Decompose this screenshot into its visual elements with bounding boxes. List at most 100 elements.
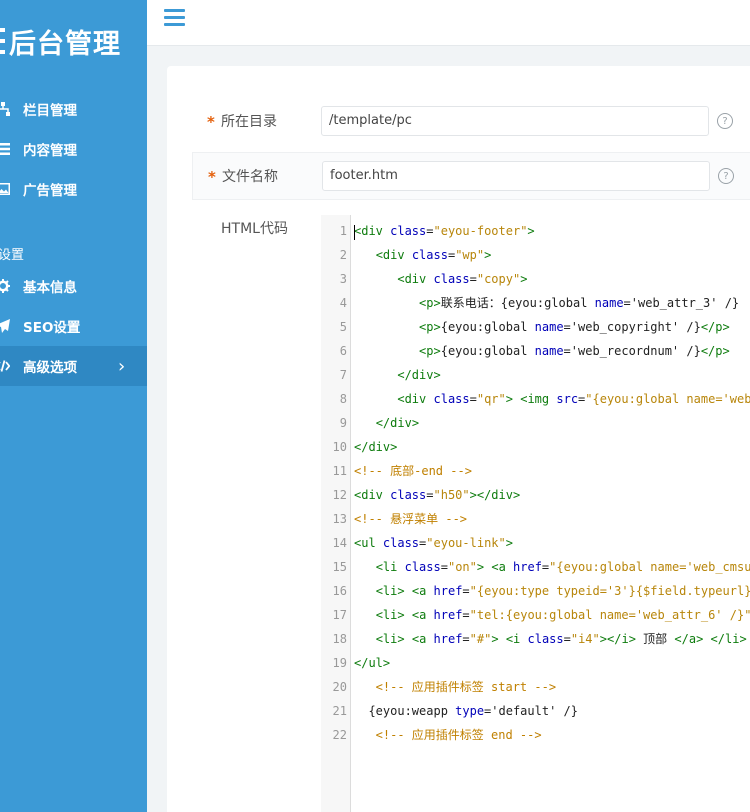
code-line: 8 <div class="qr"> <img src="{eyou:globa… [321, 387, 750, 411]
sidebar-item-label: 内容管理 [23, 143, 77, 159]
code-text: <!-- 底部-end --> [354, 464, 472, 478]
text-cursor [354, 225, 355, 240]
logo-mark-icon [0, 28, 5, 54]
code-line: 12 <div class="h50"></div> [321, 483, 750, 507]
code-line: 20 <!-- 应用插件标签 start --> [321, 675, 750, 699]
line-number: 3 [339, 272, 347, 286]
logo-text: 后台管理 [9, 28, 121, 60]
code-text: <li> <a href="tel:{eyou:global name='web… [375, 608, 750, 622]
code-line: 11 <!-- 底部-end --> [321, 459, 750, 483]
form-row-directory: * 所在目录 /template/pc ? [192, 98, 750, 146]
code-text: </div> [354, 440, 398, 454]
sidebar-item-label: 栏目管理 [23, 103, 77, 119]
line-number: 6 [339, 344, 347, 358]
image-icon [0, 182, 10, 196]
logo: 后台管理 [0, 24, 121, 60]
line-number: 21 [332, 704, 347, 718]
line-number: 16 [332, 584, 347, 598]
line-number: 10 [332, 440, 347, 454]
line-number: 19 [332, 656, 347, 670]
filename-label: 文件名称 [222, 169, 278, 185]
form-row-filename: * 文件名称 footer.htm ? [192, 152, 750, 200]
code-text: <div class="h50"></div> [354, 488, 521, 502]
code-text: <div class="eyou-footer"> [354, 224, 535, 238]
code-text: {eyou:weapp type='default' /} [354, 704, 578, 718]
code-text: <p>{eyou:global name='web_copyright' /}<… [419, 320, 730, 334]
line-number: 11 [332, 464, 347, 478]
line-number: 1 [339, 224, 347, 238]
code-line: 14 <ul class="eyou-link"> [321, 531, 750, 555]
line-number: 8 [339, 392, 347, 406]
sidebar-item-basic-info[interactable]: 基本信息 [0, 266, 147, 306]
code-line: 4 <p>联系电话：{eyou:global name='web_attr_3'… [321, 291, 750, 315]
code-line: 17 <li> <a href="tel:{eyou:global name='… [321, 603, 750, 627]
code-editor[interactable]: 1 <div class="eyou-footer"> 2 <div class="… [321, 215, 750, 812]
code-line: 2 <div class="wp"> [321, 243, 750, 267]
sidebar-item-label: SEO设置 [23, 320, 81, 336]
list-icon [0, 142, 10, 156]
code-line: 13 <!-- 悬浮菜单 --> [321, 507, 750, 531]
code-line: 7 </div> [321, 363, 750, 387]
code-text: </ul> [354, 656, 391, 670]
code-text: <ul class="eyou-link"> [354, 536, 513, 550]
sidebar-item-label: 高级选项 [23, 360, 77, 376]
line-number: 7 [339, 368, 347, 382]
code-line: 21 {eyou:weapp type='default' /} [321, 699, 750, 723]
sidebar-item-ads[interactable]: 广告管理 [0, 169, 147, 209]
sidebar-item-content[interactable]: 内容管理 [0, 129, 147, 169]
code-line: 9 </div> [321, 411, 750, 435]
line-number: 18 [332, 632, 347, 646]
code-line: 18 <li> <a href="#"> <i class="i4"></i> … [321, 627, 750, 651]
line-number: 4 [339, 296, 347, 310]
sidebar-item-columns[interactable]: 栏目管理 [0, 89, 147, 129]
paper-plane-icon [0, 319, 10, 333]
menu-toggle-icon[interactable] [164, 9, 185, 27]
code-line: 16 <li> <a href="{eyou:type typeid='3'}{… [321, 579, 750, 603]
code-line: 6 <p>{eyou:global name='web_recordnum' /… [321, 339, 750, 363]
code-text: </div> [397, 368, 441, 382]
code-line: 15 <li class="on"> <a href="{eyou:global… [321, 555, 750, 579]
line-number: 5 [339, 320, 347, 334]
filename-input[interactable]: footer.htm [322, 161, 710, 191]
code-text: <div class="wp"> [375, 248, 492, 262]
required-mark: * [207, 113, 215, 131]
directory-label: 所在目录 [221, 114, 277, 130]
code-text: <li class="on"> <a href="{eyou:global na… [375, 560, 750, 574]
html-code-label: HTML代码 [221, 221, 288, 237]
sidebar-item-advanced[interactable]: 高级选项 › [0, 346, 147, 386]
code-icon [0, 359, 10, 373]
code-text: <li> <a href="{eyou:type typeid='3'}{$fi… [375, 584, 750, 598]
help-icon[interactable]: ? [718, 168, 734, 184]
code-line: 3 <div class="copy"> [321, 267, 750, 291]
line-number: 9 [339, 416, 347, 430]
code-text: <p>联系电话：{eyou:global name='web_attr_3' /… [419, 296, 740, 310]
line-number: 12 [332, 488, 347, 502]
gear-icon [0, 279, 10, 293]
sidebar-item-label: 基本信息 [23, 280, 77, 296]
code-line: 22 <!-- 应用插件标签 end --> [321, 723, 750, 747]
code-text: <!-- 应用插件标签 start --> [354, 680, 557, 694]
sidebar-item-label: 广告管理 [23, 183, 77, 199]
section-label-settings: 设置 [0, 248, 25, 263]
code-text: </div> [375, 416, 420, 430]
line-number: 15 [332, 560, 347, 574]
sidebar-item-seo[interactable]: SEO设置 [0, 306, 147, 346]
line-number: 13 [332, 512, 347, 526]
code-text: <li> <a href="#"> <i class="i4"></i> 顶部 … [375, 632, 747, 646]
directory-input[interactable]: /template/pc [321, 106, 709, 136]
line-number: 14 [332, 536, 347, 550]
code-text: <!-- 悬浮菜单 --> [354, 512, 468, 526]
help-icon[interactable]: ? [717, 113, 733, 129]
line-number: 20 [332, 680, 347, 694]
line-number: 2 [339, 248, 347, 262]
line-number: 22 [332, 728, 347, 742]
code-text: <div class="qr"> <img src="{eyou:global … [397, 392, 750, 406]
top-bar [147, 0, 750, 46]
code-line: 1 <div class="eyou-footer"> [321, 219, 750, 243]
chevron-right-icon: › [118, 355, 126, 377]
code-line: 5 <p>{eyou:global name='web_copyright' /… [321, 315, 750, 339]
sidebar: 后台管理 栏目管理 内容管理 广告管理 设置 基本信息 SEO设置 高级选项 › [0, 0, 147, 812]
sitemap-icon [0, 102, 10, 116]
code-text: <!-- 应用插件标签 end --> [354, 728, 542, 742]
code-text: <div class="copy"> [397, 272, 528, 286]
